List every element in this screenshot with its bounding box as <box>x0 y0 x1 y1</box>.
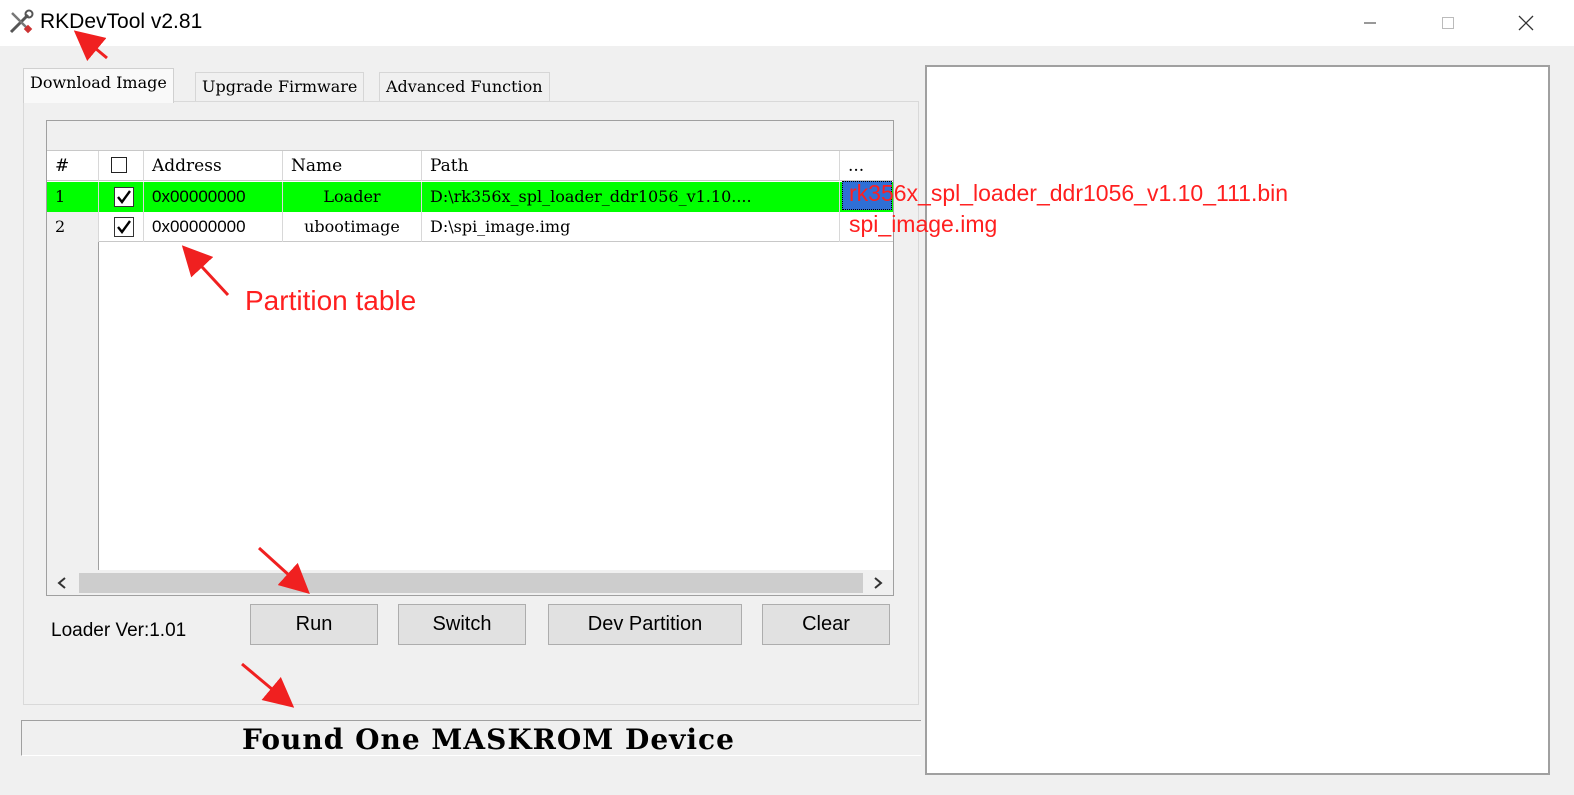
table-header: # Address Name Path ... <box>47 151 893 181</box>
close-button[interactable] <box>1486 0 1566 46</box>
log-panel[interactable] <box>925 65 1550 775</box>
maximize-button[interactable] <box>1408 0 1488 46</box>
status-message: Found One MASKROM Device <box>242 723 735 756</box>
row-path[interactable]: D:\spi_image.img <box>422 212 840 242</box>
switch-button[interactable]: Switch <box>398 604 526 645</box>
row-header-column <box>47 242 99 570</box>
annotation-partition-table: Partition table <box>245 285 417 316</box>
row-path[interactable]: D:\rk356x_spl_loader_ddr1056_v1.10.... <box>422 182 840 212</box>
clear-button[interactable]: Clear <box>762 604 890 645</box>
row-num: 2 <box>47 212 99 242</box>
dev-partition-button[interactable]: Dev Partition <box>548 604 742 645</box>
horizontal-scrollbar[interactable] <box>47 570 893 595</box>
checkmark-icon <box>117 190 131 204</box>
minimize-icon <box>1364 22 1376 24</box>
table-row[interactable]: 2 0x00000000 ubootimage D:\spi_image.img <box>47 212 893 242</box>
row-name[interactable]: Loader <box>283 182 422 212</box>
minimize-button[interactable] <box>1330 0 1410 46</box>
row-num: 1 <box>47 182 99 212</box>
row-checkbox-cell <box>99 182 144 212</box>
row-checkbox-cell <box>99 212 144 242</box>
header-name[interactable]: Name <box>283 151 422 181</box>
checkmark-icon <box>117 220 131 234</box>
status-bar: Found One MASKROM Device <box>21 720 921 756</box>
maximize-icon <box>1442 17 1454 29</box>
header-address[interactable]: Address <box>144 151 283 181</box>
header-num[interactable]: # <box>47 151 99 181</box>
row-name[interactable]: ubootimage <box>283 212 422 242</box>
partition-table: # Address Name Path ... 1 0x00000000 Loa… <box>46 120 894 596</box>
title-bar: RKDevTool v2.81 <box>0 0 1574 46</box>
wrench-screwdriver-icon <box>8 9 34 35</box>
window-title: RKDevTool v2.81 <box>40 10 203 33</box>
header-select-all[interactable] <box>99 151 144 181</box>
grid-top-bar <box>47 121 893 151</box>
close-icon <box>1518 15 1534 31</box>
loader-version-label: Loader Ver:1.01 <box>51 620 187 641</box>
scrollbar-thumb[interactable] <box>79 573 863 593</box>
table-row[interactable]: 1 0x00000000 Loader D:\rk356x_spl_loader… <box>47 182 893 212</box>
row-checkbox[interactable] <box>114 217 134 237</box>
header-more[interactable]: ... <box>840 151 893 181</box>
annotation-image-file: spi_image.img <box>849 211 998 237</box>
tab-download-image[interactable]: Download Image <box>23 68 174 103</box>
select-all-checkbox[interactable] <box>111 157 127 173</box>
run-button[interactable]: Run <box>250 604 378 645</box>
tab-advanced-function[interactable]: Advanced Function <box>379 72 550 102</box>
scroll-right-icon[interactable] <box>863 570 893 595</box>
row-checkbox[interactable] <box>114 187 134 207</box>
scroll-left-icon[interactable] <box>47 570 77 595</box>
row-address[interactable]: 0x00000000 <box>144 182 283 212</box>
annotation-loader-file: rk356x_spl_loader_ddr1056_v1.10_111.bin <box>849 180 1289 206</box>
tab-upgrade-firmware[interactable]: Upgrade Firmware <box>195 72 365 102</box>
header-path[interactable]: Path <box>422 151 840 181</box>
row-address[interactable]: 0x00000000 <box>144 212 283 242</box>
